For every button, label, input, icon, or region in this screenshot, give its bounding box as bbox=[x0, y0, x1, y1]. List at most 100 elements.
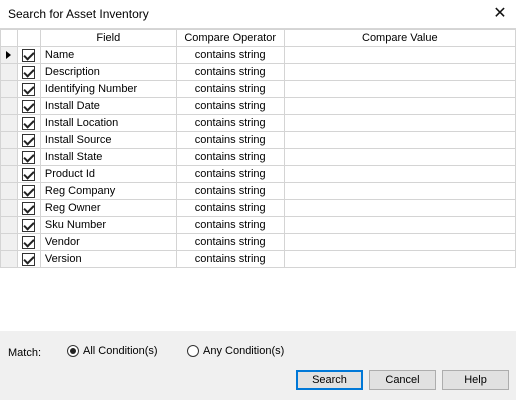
include-checkbox[interactable] bbox=[22, 82, 36, 96]
field-cell[interactable]: Install Location bbox=[39, 114, 177, 132]
operator-cell[interactable]: contains string bbox=[175, 114, 285, 132]
grid-row[interactable]: Version contains string bbox=[0, 250, 516, 268]
grid-row[interactable]: Name contains string bbox=[0, 46, 516, 64]
row-header[interactable] bbox=[0, 216, 18, 234]
grid-row[interactable]: Vendor contains string bbox=[0, 233, 516, 251]
include-checkbox[interactable] bbox=[22, 150, 36, 164]
field-cell[interactable]: Vendor bbox=[39, 233, 177, 251]
value-cell[interactable] bbox=[283, 233, 516, 251]
grid-row[interactable]: Install Source contains string bbox=[0, 131, 516, 149]
include-checkbox[interactable] bbox=[22, 116, 36, 130]
value-cell[interactable] bbox=[283, 182, 516, 200]
row-header[interactable] bbox=[0, 250, 18, 268]
value-cell[interactable] bbox=[283, 114, 516, 132]
grid-row[interactable]: Install State contains string bbox=[0, 148, 516, 166]
include-checkbox-cell bbox=[16, 165, 41, 183]
operator-cell[interactable]: contains string bbox=[175, 250, 285, 268]
field-cell[interactable]: Install Source bbox=[39, 131, 177, 149]
include-checkbox[interactable] bbox=[22, 235, 36, 249]
value-cell[interactable] bbox=[283, 199, 516, 217]
include-checkbox[interactable] bbox=[22, 48, 36, 62]
value-cell[interactable] bbox=[283, 131, 516, 149]
operator-cell[interactable]: contains string bbox=[175, 182, 285, 200]
row-header[interactable] bbox=[0, 46, 18, 64]
row-header[interactable] bbox=[0, 148, 18, 166]
search-button[interactable]: Search bbox=[296, 370, 363, 390]
include-checkbox-cell bbox=[16, 250, 41, 268]
value-cell[interactable] bbox=[283, 250, 516, 268]
include-checkbox[interactable] bbox=[22, 167, 36, 181]
value-cell[interactable] bbox=[283, 165, 516, 183]
value-cell[interactable] bbox=[283, 216, 516, 234]
include-checkbox-cell bbox=[16, 199, 41, 217]
field-cell[interactable]: Reg Owner bbox=[39, 199, 177, 217]
field-cell[interactable]: Description bbox=[39, 63, 177, 81]
value-cell[interactable] bbox=[283, 63, 516, 81]
value-column-header[interactable]: Compare Value bbox=[283, 29, 516, 47]
include-checkbox-cell bbox=[16, 182, 41, 200]
grid-row[interactable]: Product Id contains string bbox=[0, 165, 516, 183]
field-cell[interactable]: Install Date bbox=[39, 97, 177, 115]
field-cell[interactable]: Version bbox=[39, 250, 177, 268]
operator-cell[interactable]: contains string bbox=[175, 80, 285, 98]
grid-row[interactable]: Install Date contains string bbox=[0, 97, 516, 115]
operator-cell[interactable]: contains string bbox=[175, 97, 285, 115]
operator-cell[interactable]: contains string bbox=[175, 165, 285, 183]
row-header[interactable] bbox=[0, 182, 18, 200]
close-icon[interactable]: ✕ bbox=[488, 2, 512, 24]
include-checkbox-cell bbox=[16, 131, 41, 149]
operator-cell[interactable]: contains string bbox=[175, 199, 285, 217]
match-any-radio[interactable]: Any Condition(s) bbox=[187, 345, 284, 357]
include-checkbox[interactable] bbox=[22, 65, 36, 79]
grid-row[interactable]: Identifying Number contains string bbox=[0, 80, 516, 98]
row-header[interactable] bbox=[0, 97, 18, 115]
row-header[interactable] bbox=[0, 131, 18, 149]
operator-column-header[interactable]: Compare Operator bbox=[175, 29, 285, 47]
radio-unselected-icon[interactable] bbox=[187, 345, 199, 357]
radio-selected-icon[interactable] bbox=[67, 345, 79, 357]
include-checkbox[interactable] bbox=[22, 133, 36, 147]
field-cell[interactable]: Sku Number bbox=[39, 216, 177, 234]
include-checkbox[interactable] bbox=[22, 99, 36, 113]
field-column-header[interactable]: Field bbox=[39, 29, 177, 47]
row-header[interactable] bbox=[0, 63, 18, 81]
grid-row[interactable]: Reg Company contains string bbox=[0, 182, 516, 200]
row-header[interactable] bbox=[0, 199, 18, 217]
grid-row[interactable]: Install Location contains string bbox=[0, 114, 516, 132]
row-header[interactable] bbox=[0, 165, 18, 183]
operator-cell[interactable]: contains string bbox=[175, 233, 285, 251]
help-button[interactable]: Help bbox=[442, 370, 509, 390]
operator-cell[interactable]: contains string bbox=[175, 131, 285, 149]
field-cell[interactable]: Reg Company bbox=[39, 182, 177, 200]
include-checkbox-cell bbox=[16, 97, 41, 115]
row-header[interactable] bbox=[0, 80, 18, 98]
grid-row[interactable]: Sku Number contains string bbox=[0, 216, 516, 234]
value-cell[interactable] bbox=[283, 97, 516, 115]
grid-row[interactable]: Reg Owner contains string bbox=[0, 199, 516, 217]
title-bar: Search for Asset Inventory ✕ bbox=[0, 0, 516, 28]
field-cell[interactable]: Install State bbox=[39, 148, 177, 166]
include-checkbox[interactable] bbox=[22, 184, 36, 198]
include-checkbox-cell bbox=[16, 63, 41, 81]
include-checkbox[interactable] bbox=[22, 201, 36, 215]
value-cell[interactable] bbox=[283, 148, 516, 166]
criteria-grid-area: Field Compare Operator Compare Value Nam… bbox=[0, 28, 516, 331]
field-cell[interactable]: Product Id bbox=[39, 165, 177, 183]
include-checkbox-cell bbox=[16, 148, 41, 166]
field-cell[interactable]: Identifying Number bbox=[39, 80, 177, 98]
cancel-button[interactable]: Cancel bbox=[369, 370, 436, 390]
grid-row[interactable]: Description contains string bbox=[0, 63, 516, 81]
row-header[interactable] bbox=[0, 233, 18, 251]
current-row-arrow-icon bbox=[6, 51, 12, 60]
operator-cell[interactable]: contains string bbox=[175, 46, 285, 64]
operator-cell[interactable]: contains string bbox=[175, 148, 285, 166]
match-all-radio[interactable]: All Condition(s) bbox=[67, 345, 158, 357]
value-cell[interactable] bbox=[283, 80, 516, 98]
include-checkbox[interactable] bbox=[22, 218, 36, 232]
field-cell[interactable]: Name bbox=[39, 46, 177, 64]
operator-cell[interactable]: contains string bbox=[175, 216, 285, 234]
include-checkbox[interactable] bbox=[22, 252, 36, 266]
row-header[interactable] bbox=[0, 114, 18, 132]
value-cell[interactable] bbox=[283, 46, 516, 64]
operator-cell[interactable]: contains string bbox=[175, 63, 285, 81]
